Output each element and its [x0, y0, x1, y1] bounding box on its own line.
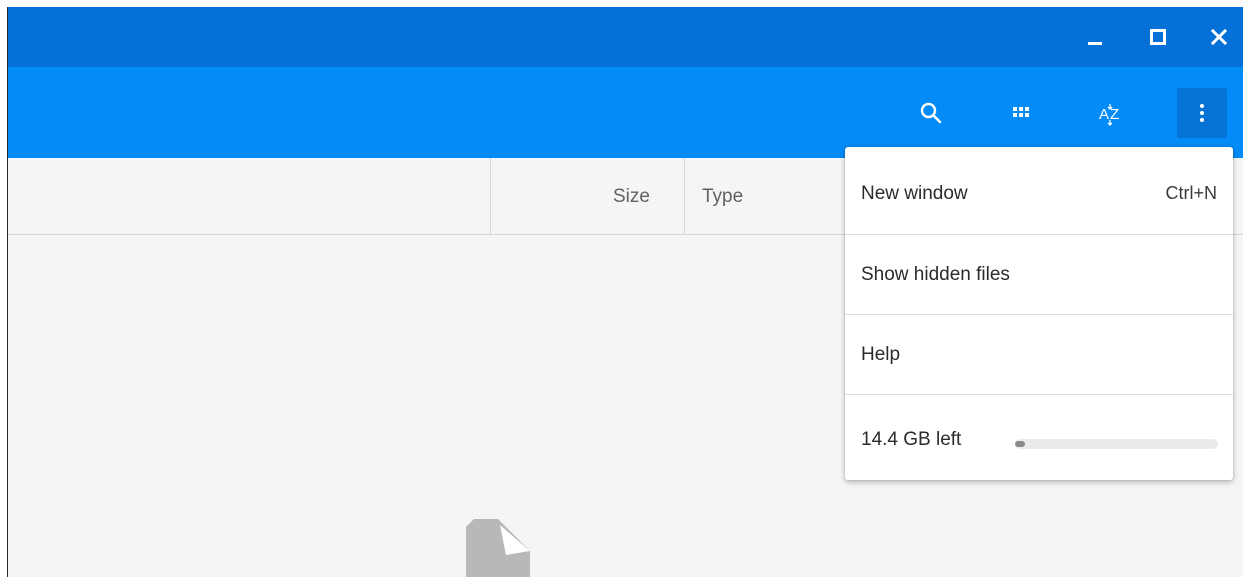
storage-usage-bar — [1015, 439, 1218, 449]
search-icon — [920, 102, 942, 124]
maximize-button[interactable] — [1142, 21, 1174, 53]
minimize-icon — [1088, 42, 1102, 45]
search-button[interactable] — [905, 87, 957, 139]
empty-folder-file-icon — [458, 517, 538, 577]
menu-item-help[interactable]: Help — [845, 315, 1233, 395]
storage-space-left: 14.4 GB left — [861, 429, 962, 450]
toolbar: A Z — [7, 67, 1243, 158]
sort-az-icon: A Z — [1099, 104, 1119, 126]
sort-button[interactable]: A Z — [1085, 87, 1137, 139]
storage-usage: 14.4 GB left — [845, 403, 1233, 473]
storage-usage-fill — [1015, 441, 1025, 447]
column-header-size[interactable]: Size — [613, 186, 650, 208]
menu-item-label: Show hidden files — [861, 264, 1010, 285]
close-icon — [1210, 28, 1228, 46]
grid-view-icon — [1013, 107, 1029, 117]
more-options-button[interactable] — [1177, 88, 1227, 138]
maximize-icon — [1150, 29, 1166, 45]
close-button[interactable] — [1203, 21, 1235, 53]
column-header-type[interactable]: Type — [702, 186, 743, 208]
menu-item-shortcut: Ctrl+N — [1165, 183, 1217, 203]
title-bar — [7, 7, 1243, 67]
column-divider[interactable] — [490, 158, 491, 234]
menu-item-label: Help — [861, 344, 901, 365]
minimize-button[interactable] — [1079, 21, 1111, 53]
svg-text:A: A — [1099, 106, 1109, 123]
window-left-edge — [7, 7, 8, 577]
menu-divider — [845, 394, 1233, 395]
svg-text:Z: Z — [1110, 106, 1119, 123]
menu-item-new-window[interactable]: New window Ctrl+N — [845, 147, 1233, 227]
column-divider[interactable] — [684, 158, 685, 234]
more-vert-icon — [1200, 104, 1204, 122]
files-app-window: A Z Size Type New window Ctrl+N Show hid… — [7, 7, 1243, 577]
more-options-menu: New window Ctrl+N Show hidden files Help… — [845, 147, 1233, 480]
menu-item-label: New window — [861, 183, 968, 204]
grid-view-button[interactable] — [995, 87, 1047, 139]
menu-item-show-hidden-files[interactable]: Show hidden files — [845, 235, 1233, 315]
